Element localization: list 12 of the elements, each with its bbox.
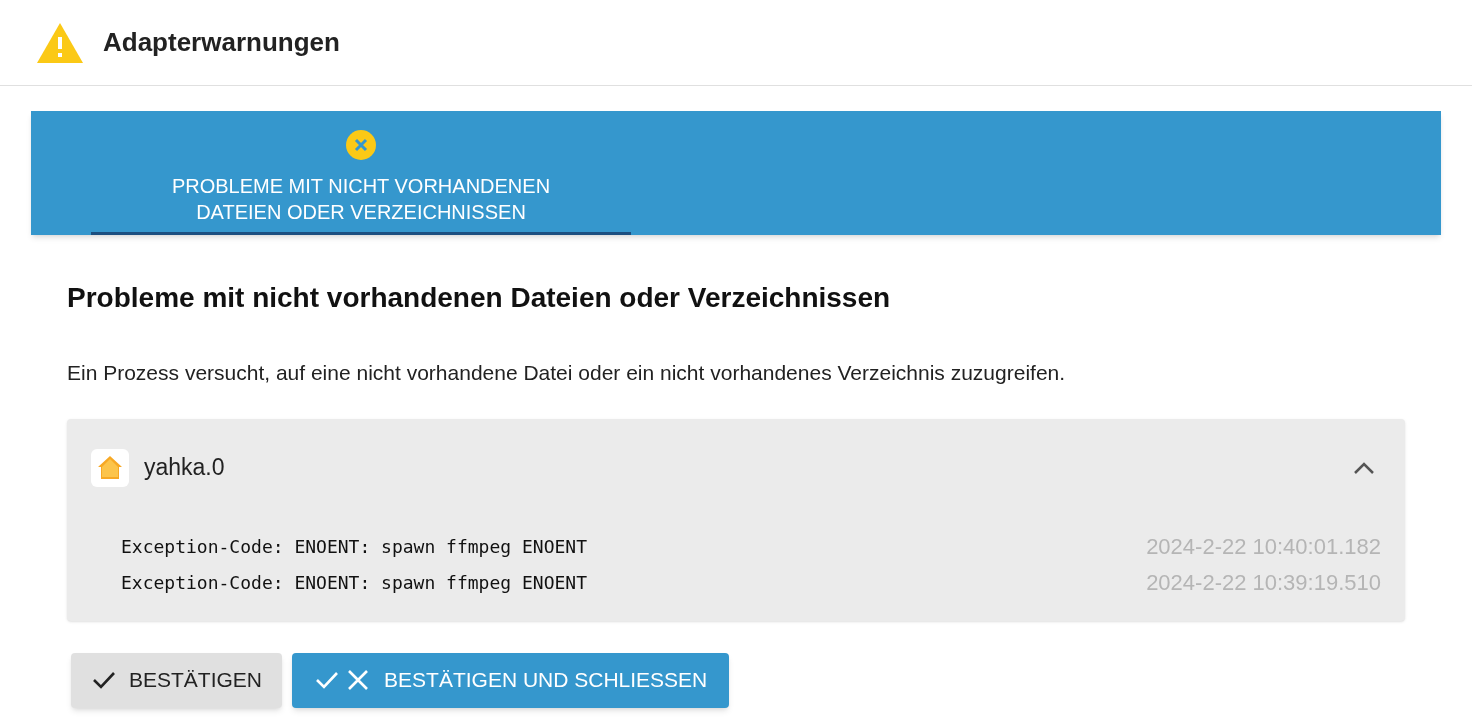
chevron-up-icon[interactable] <box>1353 460 1375 475</box>
close-icon <box>346 668 371 692</box>
adapter-header[interactable]: yahka.0 <box>67 418 1405 517</box>
adapter-name: yahka.0 <box>144 453 226 483</box>
house-icon <box>91 448 129 487</box>
exception-message: Exception-Code: ENOENT: spawn ffmpeg ENOENT <box>121 571 587 595</box>
confirm-button[interactable]: BESTÄTIGEN <box>71 652 283 708</box>
section-description: Ein Prozess versucht, auf eine nicht vorhandene Datei oder ein nicht vorhandenes Verzeichnis zuzugreifen. <box>67 360 1067 386</box>
dialog-title: Adapterwarnungen <box>103 26 340 59</box>
error-icon <box>345 128 377 161</box>
exception-message: Exception-Code: ENOENT: spawn ffmpeg ENOENT <box>121 535 587 559</box>
section-heading: Probleme mit nicht vorhandenen Dateien oder Verzeichnissen <box>67 281 892 315</box>
